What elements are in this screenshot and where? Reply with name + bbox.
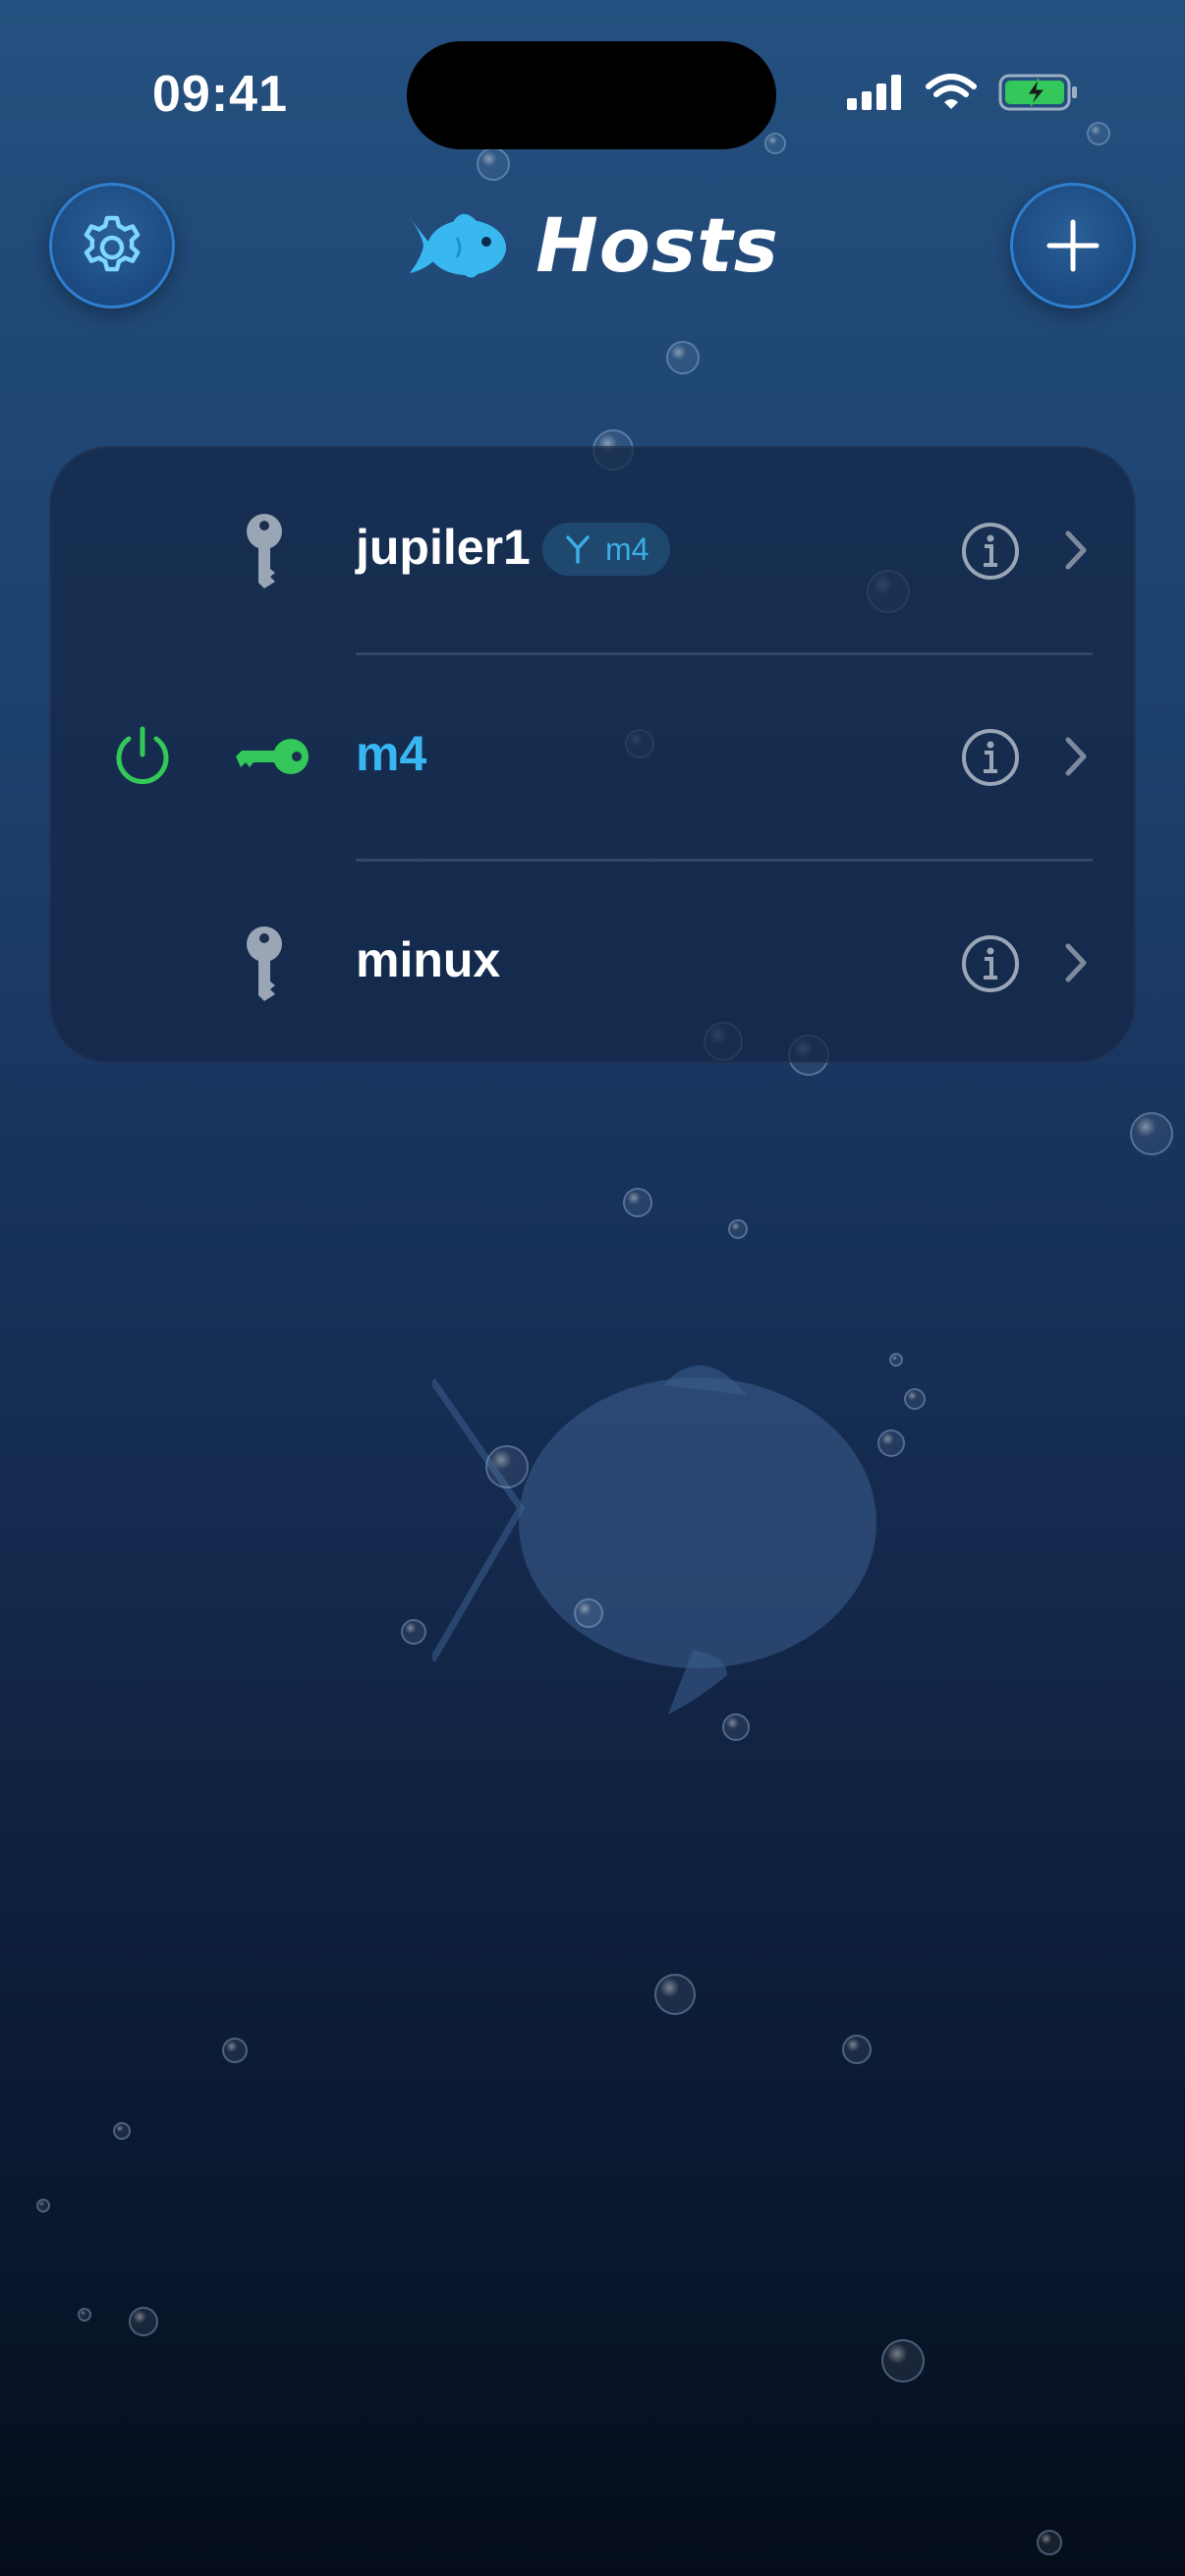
bubble: [666, 341, 700, 374]
bubble: [889, 1353, 903, 1367]
fish-watermark-icon: [432, 1365, 876, 1714]
bubble: [129, 2307, 158, 2336]
chevron-right-icon: [1065, 737, 1087, 776]
jump-host-badge: m4: [542, 523, 671, 576]
bubble: [574, 1598, 603, 1628]
battery-charging-icon: [998, 74, 1077, 111]
host-row-minux[interactable]: minux: [51, 861, 1138, 1067]
bubble: [654, 1974, 696, 2015]
bubble: [842, 2035, 872, 2064]
info-icon[interactable]: [961, 728, 1020, 787]
bubble: [477, 147, 510, 181]
key-icon: [247, 926, 282, 1001]
host-name: m4: [356, 726, 427, 781]
header-title-group: Hosts: [0, 201, 1185, 289]
host-row-m4[interactable]: m4: [51, 654, 1138, 861]
status-time: 09:41: [152, 66, 288, 123]
info-icon[interactable]: [961, 522, 1020, 581]
bubble: [78, 2308, 91, 2322]
bubble: [623, 1188, 652, 1217]
chevron-right-icon: [1065, 531, 1087, 570]
fish-icon: [410, 213, 507, 278]
status-icons: [847, 73, 1079, 112]
bubble: [728, 1219, 748, 1239]
wifi-icon: [926, 74, 977, 109]
branch-icon: [566, 535, 590, 564]
cellular-signal-icon: [847, 75, 901, 110]
bubble: [401, 1619, 426, 1645]
key-icon: [247, 514, 282, 588]
bubble: [881, 2339, 925, 2382]
bubble: [904, 1388, 926, 1410]
hosts-list: jupiler1 m4 m4 minux: [49, 446, 1136, 1063]
bubble: [1037, 2530, 1062, 2555]
bubble: [222, 2038, 248, 2063]
power-icon[interactable]: [110, 725, 175, 790]
page-title: Hosts: [536, 201, 779, 289]
dynamic-island: [407, 41, 776, 149]
chevron-right-icon: [1065, 943, 1087, 982]
plus-icon: [1046, 219, 1100, 272]
add-host-button[interactable]: [1010, 183, 1136, 308]
host-row-jupiler1[interactable]: jupiler1 m4: [51, 448, 1138, 654]
bubble: [764, 133, 786, 154]
key-icon: [236, 739, 309, 774]
host-name: jupiler1: [356, 520, 531, 575]
bubble: [1087, 122, 1110, 145]
info-icon[interactable]: [961, 934, 1020, 993]
bubble: [485, 1445, 529, 1488]
jump-host-label: m4: [605, 531, 649, 567]
bubble: [722, 1713, 750, 1741]
bubble: [1130, 1112, 1173, 1155]
bubble: [877, 1429, 905, 1457]
host-name: minux: [356, 932, 501, 987]
bubble: [36, 2199, 50, 2212]
bubble: [113, 2122, 131, 2140]
